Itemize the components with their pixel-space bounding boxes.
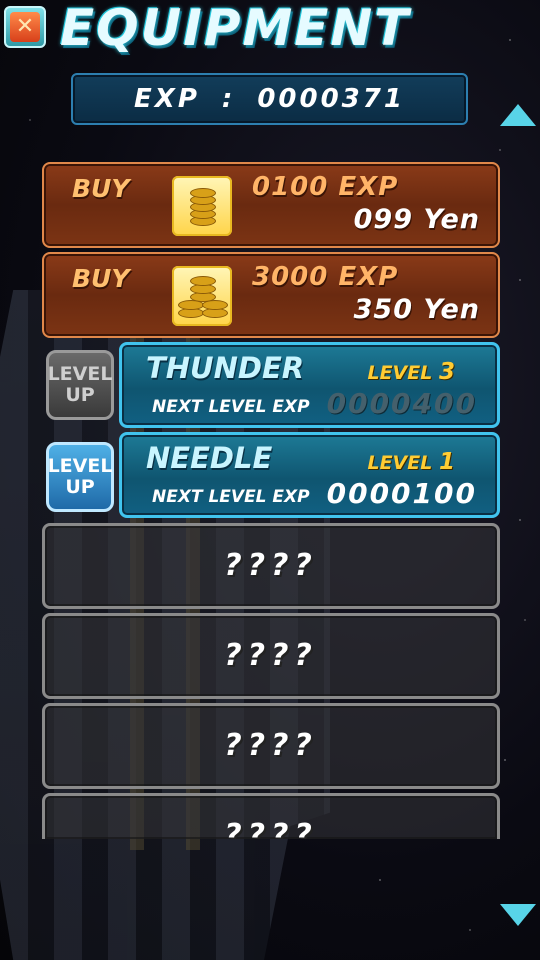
level-up-button-thunder[interactable]: LEVEL UP bbox=[46, 350, 114, 420]
locked-item-text: ???? bbox=[224, 728, 318, 763]
buy-label: BUY bbox=[72, 174, 130, 203]
weapon-row-thunder: THUNDER LEVEL 3 NEXT LEVEL EXP 0000400 bbox=[119, 342, 500, 428]
level-label: LEVEL bbox=[367, 452, 433, 474]
locked-item-text: ???? bbox=[224, 638, 318, 673]
level-value: 1 bbox=[438, 449, 455, 475]
locked-item-row: ???? bbox=[42, 703, 500, 789]
coin-stack-small-icon bbox=[172, 176, 232, 236]
next-level-exp: 0000400 bbox=[326, 387, 477, 420]
locked-item-text: ???? bbox=[224, 548, 318, 583]
crossed-swords-icon: ✕ bbox=[10, 12, 40, 42]
buy-exp-amount: 3000 EXP bbox=[252, 262, 399, 292]
buy-exp-amount: 0100 EXP bbox=[252, 172, 399, 202]
exp-separator: : bbox=[221, 84, 236, 114]
locked-item-row: ???? bbox=[42, 613, 500, 699]
locked-item-row: ???? bbox=[42, 793, 500, 839]
exp-display: EXP : 0000371 bbox=[71, 73, 468, 125]
exp-label: EXP bbox=[134, 84, 200, 114]
locked-item-row: ???? bbox=[42, 523, 500, 609]
buy-price: 350 Yen bbox=[353, 294, 480, 325]
level-up-line2: UP bbox=[65, 384, 95, 406]
scroll-up-icon[interactable] bbox=[500, 104, 536, 126]
level-up-line1: LEVEL bbox=[47, 363, 113, 385]
buy-exp-row-small[interactable]: BUY 0100 EXP 099 Yen bbox=[42, 162, 500, 248]
weapon-level: LEVEL 3 bbox=[367, 359, 455, 385]
level-up-button-needle[interactable]: LEVEL UP bbox=[46, 442, 114, 512]
next-level-exp: 0000100 bbox=[326, 477, 477, 510]
coin-pile-large-icon bbox=[172, 266, 232, 326]
buy-exp-row-large[interactable]: BUY 3000 EXP 350 Yen bbox=[42, 252, 500, 338]
exp-value: 0000371 bbox=[257, 84, 405, 114]
next-level-label: NEXT LEVEL EXP bbox=[152, 487, 310, 507]
page-title: EQUIPMENT bbox=[60, 0, 411, 57]
scroll-down-icon[interactable] bbox=[500, 904, 536, 926]
weapon-row-needle: NEEDLE LEVEL 1 NEXT LEVEL EXP 0000100 bbox=[119, 432, 500, 518]
weapon-name: NEEDLE bbox=[146, 441, 273, 475]
level-label: LEVEL bbox=[367, 362, 433, 384]
level-up-line2: UP bbox=[65, 476, 95, 498]
buy-price: 099 Yen bbox=[353, 204, 480, 235]
next-level-label: NEXT LEVEL EXP bbox=[152, 397, 310, 417]
level-up-line1: LEVEL bbox=[47, 455, 113, 477]
close-button[interactable]: ✕ bbox=[4, 6, 46, 48]
locked-item-text: ???? bbox=[224, 818, 318, 839]
level-value: 3 bbox=[438, 359, 455, 385]
weapon-name: THUNDER bbox=[146, 351, 305, 385]
buy-label: BUY bbox=[72, 264, 130, 293]
weapon-level: LEVEL 1 bbox=[367, 449, 455, 475]
